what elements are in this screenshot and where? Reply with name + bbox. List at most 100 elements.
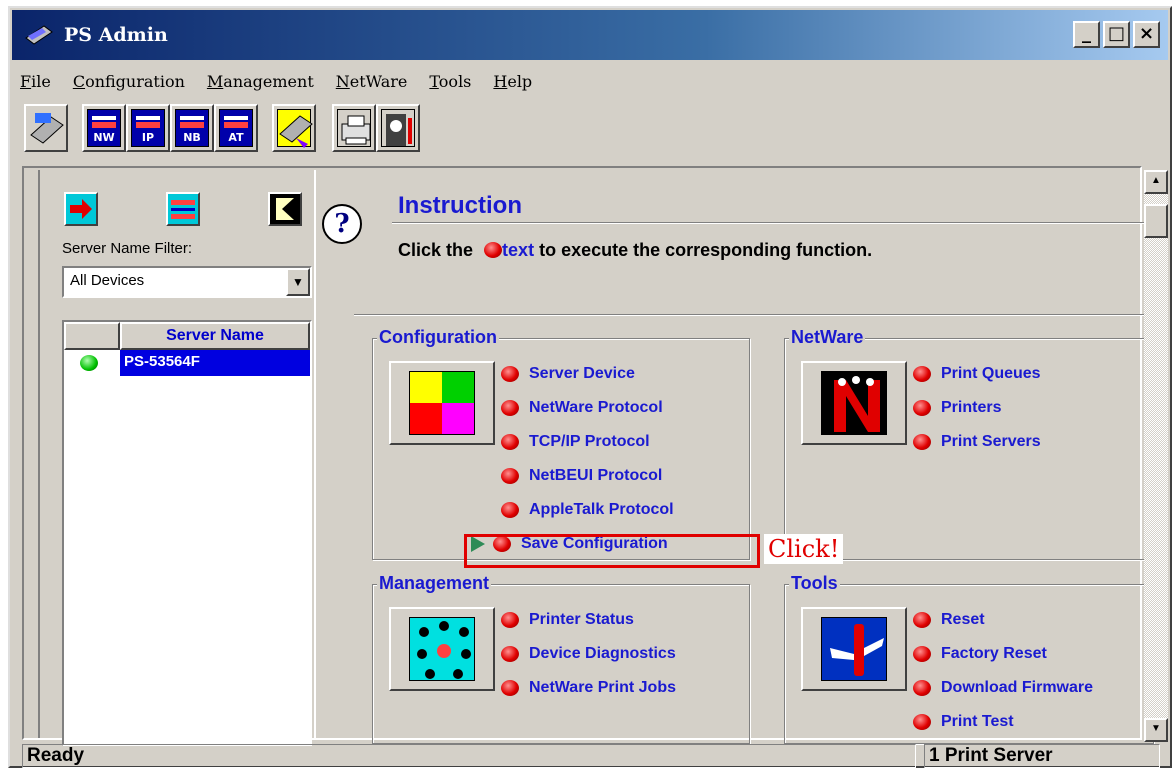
config-item-label: NetWare Protocol [529, 399, 663, 416]
red-dot-icon [913, 714, 931, 730]
server-row[interactable]: PS-53564F [64, 350, 310, 378]
management-printer-status-link[interactable]: Printer Status [501, 609, 634, 631]
arrow-right-icon[interactable] [64, 192, 98, 226]
management-group: Management Printer Status Device Diagnos… [372, 573, 750, 744]
config-netware-protocol-link[interactable]: NetWare Protocol [501, 397, 663, 419]
netware-big-button[interactable] [801, 361, 907, 445]
server-list-header: Server Name [64, 322, 310, 350]
red-dot-icon [913, 434, 931, 450]
config-appletalk-protocol-link[interactable]: AppleTalk Protocol [501, 499, 674, 521]
toolbar-ip-button[interactable]: IP [126, 104, 170, 152]
meter-icon [381, 109, 415, 147]
red-dot-icon [913, 400, 931, 416]
refresh-scan-icon[interactable] [268, 192, 302, 226]
server-name-filter-label: Server Name Filter: [62, 240, 193, 257]
config-item-label: TCP/IP Protocol [529, 433, 650, 450]
red-dot-icon [501, 434, 519, 450]
toolbar-netbeui-button[interactable]: NB [170, 104, 214, 152]
minimize-button[interactable]: _ [1073, 21, 1100, 48]
tools-reset-link[interactable]: Reset [913, 609, 985, 631]
chevron-down-icon[interactable]: ▼ [286, 268, 310, 296]
menu-bar: File Configuration Management NetWare To… [20, 72, 532, 91]
netware-item-label: Printers [941, 399, 1002, 416]
configuration-big-button[interactable] [389, 361, 495, 445]
netware-n-icon [821, 371, 887, 435]
management-netware-print-jobs-link[interactable]: NetWare Print Jobs [501, 677, 676, 699]
configuration-group-title: Configuration [377, 327, 499, 348]
tools-knife-icon [821, 617, 887, 681]
ps-admin-app-icon [24, 22, 54, 48]
instruction-text-link: text [502, 240, 535, 260]
toolbar-search-devices-button[interactable] [24, 104, 68, 152]
tools-print-test-link[interactable]: Print Test [913, 711, 1014, 733]
click-annotation: Click! [764, 534, 844, 564]
filter-list-icon[interactable] [166, 192, 200, 226]
main-client-area: Server Name Filter: All Devices ▼ Server… [22, 166, 1162, 746]
server-name-column-header[interactable]: Server Name [120, 322, 310, 350]
configuration-icon [409, 371, 475, 435]
config-netbeui-protocol-link[interactable]: NetBEUI Protocol [501, 465, 662, 487]
printer-icon [337, 109, 371, 147]
toolbar-appletalk-button[interactable]: AT [214, 104, 258, 152]
tools-download-firmware-link[interactable]: Download Firmware [913, 677, 1093, 699]
server-row-name[interactable]: PS-53564F [120, 350, 310, 376]
netware-item-label: Print Servers [941, 433, 1041, 450]
management-item-label: NetWare Print Jobs [529, 679, 676, 696]
title-bar[interactable]: PS Admin _ □ × [12, 10, 1168, 60]
menu-file[interactable]: File [20, 72, 51, 91]
vertical-scrollbar[interactable]: ▲ ▼ [1144, 170, 1168, 742]
tools-item-label: Print Test [941, 713, 1014, 730]
tools-factory-reset-link[interactable]: Factory Reset [913, 643, 1047, 665]
menu-netware[interactable]: NetWare [336, 72, 408, 91]
red-dot-icon [913, 612, 931, 628]
menu-help[interactable]: Help [493, 72, 532, 91]
red-dot-icon [501, 468, 519, 484]
toolbar-server-tool-button[interactable] [272, 104, 316, 152]
instruction-text-after: to execute the corresponding function. [539, 240, 873, 260]
red-dot-icon [501, 646, 519, 662]
red-dot-icon [913, 680, 931, 696]
status-text: Ready [22, 744, 916, 768]
red-dot-icon [913, 646, 931, 662]
menu-tools[interactable]: Tools [429, 72, 471, 91]
instruction-text-before: Click the [398, 240, 474, 260]
red-dot-icon [501, 680, 519, 696]
toolbar-printer-button[interactable] [332, 104, 376, 152]
management-device-diagnostics-link[interactable]: Device Diagnostics [501, 643, 676, 665]
netware-print-servers-link[interactable]: Print Servers [913, 431, 1041, 453]
instruction-text: Click the text to execute the correspond… [398, 240, 872, 261]
toolbar-netware-button[interactable]: NW [82, 104, 126, 152]
maximize-button[interactable]: □ [1103, 21, 1130, 48]
close-button[interactable]: × [1133, 21, 1160, 48]
management-group-title: Management [377, 573, 492, 594]
netware-printers-link[interactable]: Printers [913, 397, 1001, 419]
menu-configuration[interactable]: Configuration [73, 72, 185, 91]
management-item-label: Printer Status [529, 611, 634, 628]
config-server-device-link[interactable]: Server Device [501, 363, 635, 385]
config-item-label: NetBEUI Protocol [529, 467, 663, 484]
scroll-down-button[interactable]: ▼ [1144, 718, 1168, 742]
red-dot-icon [501, 502, 519, 518]
scroll-thumb[interactable] [1144, 204, 1168, 238]
red-dot-icon [501, 612, 519, 628]
netware-group-title: NetWare [789, 327, 866, 348]
config-item-label: AppleTalk Protocol [529, 501, 674, 518]
management-item-label: Device Diagnostics [529, 645, 676, 662]
tools-group-title: Tools [789, 573, 840, 594]
tools-big-button[interactable] [801, 607, 907, 691]
tools-item-label: Reset [941, 611, 985, 628]
config-tcpip-protocol-link[interactable]: TCP/IP Protocol [501, 431, 650, 453]
toolbar-diagnostics-button[interactable] [376, 104, 420, 152]
netware-print-queues-link[interactable]: Print Queues [913, 363, 1041, 385]
scroll-up-button[interactable]: ▲ [1144, 170, 1168, 194]
menu-management[interactable]: Management [207, 72, 314, 91]
server-count-status: 1 Print Server [924, 744, 1160, 768]
red-dot-icon [501, 366, 519, 382]
server-name-filter-select[interactable]: All Devices ▼ [62, 266, 312, 298]
status-column-header[interactable] [64, 322, 120, 350]
netware-config-icon: NW [87, 109, 121, 147]
management-big-button[interactable] [389, 607, 495, 691]
printer-server-icon [29, 109, 64, 147]
server-tool-icon [277, 109, 313, 148]
netbeui-config-icon: NB [175, 109, 209, 147]
